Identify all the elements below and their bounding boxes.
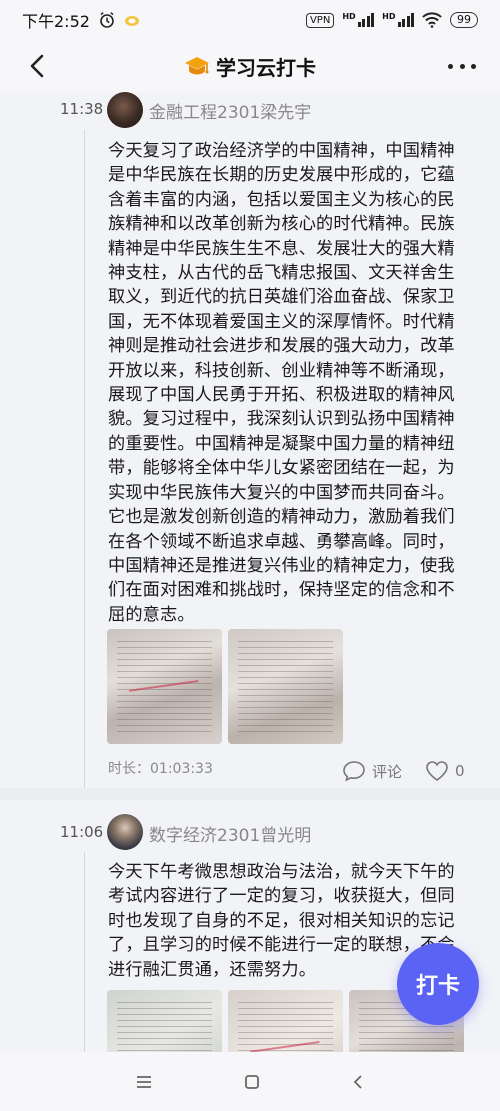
checkin-button-label: 打卡 xyxy=(415,974,460,999)
status-bar: 下午2:52 VPN HD HD 99 xyxy=(0,0,500,40)
comment-label: 评论 xyxy=(372,762,403,781)
checkin-feed[interactable]: 11:38 金融工程2301梁先宇 今天复习了政治经济学的中国精神，中国精神是中… xyxy=(0,92,500,1052)
more-icon[interactable] xyxy=(448,52,476,80)
post-username[interactable]: 数字经济2301曾光明 xyxy=(149,821,311,846)
system-nav-bar xyxy=(0,1052,500,1111)
status-time: 下午2:52 xyxy=(22,12,90,31)
like-count: 0 xyxy=(455,762,465,780)
comment-button[interactable]: 评论 xyxy=(342,760,402,782)
hd-label-2: HD xyxy=(382,12,396,21)
post-photo[interactable] xyxy=(228,629,343,744)
battery-icon: 99 xyxy=(450,12,478,28)
header-bar: 学习云打卡 xyxy=(0,40,500,92)
post-divider xyxy=(0,788,500,800)
post-photo[interactable] xyxy=(228,990,343,1052)
post-photo[interactable] xyxy=(107,629,222,744)
app-badge-icon xyxy=(124,16,139,26)
signal-icon: HD xyxy=(342,12,375,27)
study-duration: 时长：01:03:33 xyxy=(108,761,213,777)
mortarboard-icon xyxy=(185,57,209,75)
avatar[interactable] xyxy=(107,814,143,850)
post-photo[interactable] xyxy=(107,990,222,1052)
post-time: 11:06 xyxy=(60,823,104,841)
signal-icon-2: HD xyxy=(382,13,414,27)
post-photos xyxy=(107,629,343,744)
back-icon[interactable] xyxy=(24,50,52,82)
back-nav-icon[interactable] xyxy=(351,1073,365,1091)
wifi-icon xyxy=(422,12,442,28)
timeline-line xyxy=(84,130,85,790)
page-title: 学习云打卡 xyxy=(184,52,316,81)
timeline-line xyxy=(84,852,85,1052)
vpn-badge: VPN xyxy=(305,12,335,28)
post-card: 11:38 金融工程2301梁先宇 今天复习了政治经济学的中国精神，中国精神是中… xyxy=(0,92,500,790)
home-icon[interactable] xyxy=(243,1073,261,1091)
checkin-button[interactable]: 打卡 xyxy=(397,943,479,1025)
heart-icon xyxy=(426,761,448,781)
hd-label-1: HD xyxy=(342,12,356,21)
page-title-text: 学习云打卡 xyxy=(216,55,316,80)
alarm-icon xyxy=(100,12,114,28)
like-button[interactable]: 0 xyxy=(425,760,465,782)
post-username[interactable]: 金融工程2301梁先宇 xyxy=(149,98,311,123)
menu-icon[interactable] xyxy=(135,1075,153,1089)
avatar[interactable] xyxy=(107,92,143,128)
comment-icon xyxy=(343,761,365,782)
post-text: 今天复习了政治经济学的中国精神，中国精神是中华民族在长期的历史发展中形成的，它蕴… xyxy=(108,141,455,625)
post-time: 11:38 xyxy=(60,100,104,118)
